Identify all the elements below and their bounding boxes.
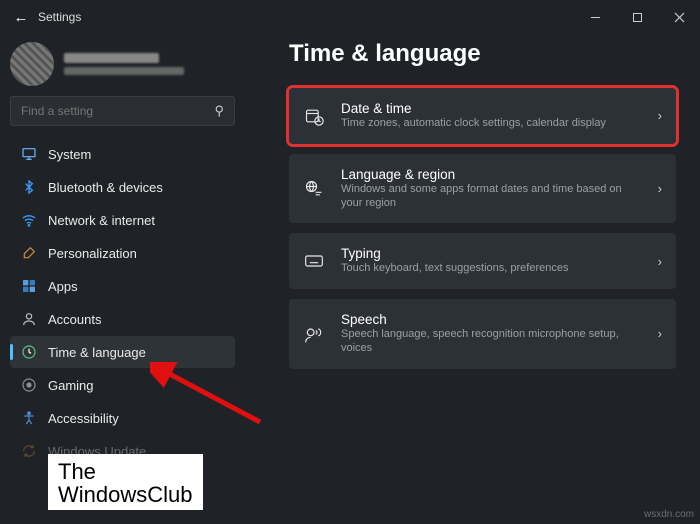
card-subtitle: Touch keyboard, text suggestions, prefer…	[341, 262, 642, 276]
sidebar-item-bluetooth[interactable]: Bluetooth & devices	[10, 171, 235, 203]
search-box[interactable]: ⚲	[10, 96, 235, 126]
brush-icon	[20, 245, 37, 262]
accessibility-icon	[20, 410, 37, 427]
profile-name-redacted	[64, 53, 159, 63]
speech-icon	[303, 324, 325, 344]
card-title: Speech	[341, 312, 642, 327]
overlay-line2: WindowsClub	[58, 483, 193, 506]
sidebar-item-label: Gaming	[48, 378, 94, 393]
card-title: Date & time	[341, 101, 642, 116]
sidebar-item-time-language[interactable]: Time & language	[10, 336, 235, 368]
bluetooth-icon	[20, 179, 37, 196]
person-icon	[20, 311, 37, 328]
chevron-right-icon: ›	[658, 254, 662, 269]
sidebar-item-network[interactable]: Network & internet	[10, 204, 235, 236]
sidebar-item-accessibility[interactable]: Accessibility	[10, 402, 235, 434]
sidebar-item-system[interactable]: System	[10, 138, 235, 170]
card-subtitle: Time zones, automatic clock settings, ca…	[341, 117, 642, 131]
card-date-time[interactable]: Date & time Time zones, automatic clock …	[289, 88, 676, 144]
content-pane: Time & language Date & time Time zones, …	[245, 34, 700, 524]
globe-text-icon	[303, 179, 325, 199]
sidebar-item-label: Bluetooth & devices	[48, 180, 163, 195]
card-title: Typing	[341, 246, 642, 261]
sidebar-item-personalization[interactable]: Personalization	[10, 237, 235, 269]
card-subtitle: Windows and some apps format dates and t…	[341, 183, 642, 211]
sidebar-item-apps[interactable]: Apps	[10, 270, 235, 302]
profile-block[interactable]	[10, 38, 235, 96]
card-title: Language & region	[341, 167, 642, 182]
system-icon	[20, 146, 37, 163]
card-subtitle: Speech language, speech recognition micr…	[341, 328, 642, 356]
card-language-region[interactable]: Language & region Windows and some apps …	[289, 154, 676, 224]
maximize-button[interactable]	[616, 0, 658, 34]
card-speech[interactable]: Speech Speech language, speech recogniti…	[289, 299, 676, 369]
calendar-clock-icon	[303, 106, 325, 126]
sidebar-item-accounts[interactable]: Accounts	[10, 303, 235, 335]
nav-list: System Bluetooth & devices Network & int…	[10, 138, 235, 467]
gaming-icon	[20, 377, 37, 394]
card-typing[interactable]: Typing Touch keyboard, text suggestions,…	[289, 233, 676, 289]
search-input[interactable]	[21, 104, 201, 118]
wifi-icon	[20, 212, 37, 229]
window-title: Settings	[38, 10, 81, 24]
close-button[interactable]	[658, 0, 700, 34]
update-icon	[20, 443, 37, 460]
sidebar-item-label: Personalization	[48, 246, 137, 261]
watermark: wsxdn.com	[644, 509, 694, 520]
clock-globe-icon	[20, 344, 37, 361]
overlay-line1: The	[58, 460, 193, 483]
sidebar-item-label: System	[48, 147, 91, 162]
overlay-logo: The WindowsClub	[48, 454, 203, 510]
minimize-button[interactable]	[574, 0, 616, 34]
sidebar-item-label: Network & internet	[48, 213, 155, 228]
profile-email-redacted	[64, 67, 184, 75]
sidebar: ⚲ System Bluetooth & devices Network & i…	[0, 34, 245, 524]
sidebar-item-label: Time & language	[48, 345, 146, 360]
sidebar-item-label: Accessibility	[48, 411, 119, 426]
search-icon: ⚲	[214, 103, 224, 119]
back-button[interactable]: ←	[10, 9, 32, 26]
page-title: Time & language	[289, 40, 676, 68]
titlebar: ← Settings	[0, 0, 700, 34]
avatar	[10, 42, 54, 86]
chevron-right-icon: ›	[658, 181, 662, 196]
apps-icon	[20, 278, 37, 295]
chevron-right-icon: ›	[658, 108, 662, 123]
sidebar-item-label: Accounts	[48, 312, 101, 327]
chevron-right-icon: ›	[658, 326, 662, 341]
sidebar-item-label: Apps	[48, 279, 78, 294]
sidebar-item-gaming[interactable]: Gaming	[10, 369, 235, 401]
keyboard-icon	[303, 251, 325, 271]
